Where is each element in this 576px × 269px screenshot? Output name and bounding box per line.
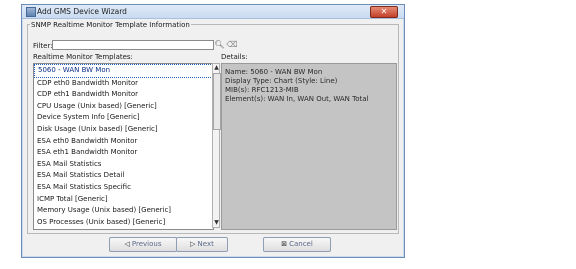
list-item[interactable]: ESA eth0 Bandwidth Monitor [34, 136, 213, 148]
binoculars-icon[interactable]: 🔍︎ [214, 40, 225, 49]
previous-button[interactable]: ◁ Previous [109, 237, 177, 252]
templates-scrollbar[interactable]: ▲ ▼ [212, 63, 221, 228]
templates-list[interactable]: 5060 - WAN BW Mon CDP eth0 Bandwidth Mon… [33, 63, 214, 230]
wizard-content: SNMP Realtime Monitor Template Informati… [27, 21, 399, 252]
detail-mibs: MIB(s): RFC1213-MIB [225, 86, 299, 94]
window-title: Add GMS Device Wizard [37, 7, 127, 16]
detail-name: Name: 5060 - WAN BW Mon [225, 68, 323, 76]
list-item[interactable]: Device System Info [Generic] [34, 112, 213, 124]
arrow-left-icon: ◁ [124, 240, 130, 248]
list-item[interactable]: OS Processes (Unix based) [Generic] [34, 217, 213, 229]
list-item[interactable]: ESA Mail Statistics [34, 159, 213, 171]
list-item[interactable]: 5060 - WAN BW Mon [34, 64, 213, 78]
app-icon [26, 7, 36, 17]
filter-input[interactable] [52, 40, 214, 50]
details-panel: Name: 5060 - WAN BW Mon Display Type: Ch… [221, 63, 397, 230]
scroll-up-icon[interactable]: ▲ [213, 64, 220, 72]
list-item[interactable]: CPU Usage (Unix based) [Generic] [34, 101, 213, 113]
list-item[interactable]: Memory Usage (Unix based) [Generic] [34, 205, 213, 217]
list-item[interactable]: CDP eth1 Bandwidth Monitor [34, 89, 213, 101]
list-item[interactable]: ICMP Total [Generic] [34, 194, 213, 206]
close-button[interactable]: ✕ [370, 6, 398, 18]
list-item[interactable]: Disk Usage (Unix based) [Generic] [34, 124, 213, 136]
arrow-right-icon: ▷ [190, 240, 196, 248]
list-item[interactable]: CDP eth0 Bandwidth Monitor [34, 78, 213, 90]
next-button[interactable]: ▷ Next [176, 237, 228, 252]
list-item[interactable]: ESA Mail Statistics Detail [34, 170, 213, 182]
scroll-thumb[interactable] [213, 73, 221, 130]
list-item[interactable]: ESA Mail Statistics Specific [34, 182, 213, 194]
details-label: Details: [221, 53, 248, 61]
cancel-button[interactable]: ⊠ Cancel [263, 237, 331, 252]
wizard-window: Add GMS Device Wizard ✕ SNMP Realtime Mo… [21, 4, 405, 258]
template-info-group: SNMP Realtime Monitor Template Informati… [27, 21, 399, 234]
list-item[interactable]: ESA eth1 Bandwidth Monitor [34, 147, 213, 159]
group-title: SNMP Realtime Monitor Template Informati… [30, 21, 191, 29]
eraser-icon[interactable]: ⌫ [226, 40, 238, 49]
filter-label: Filter: [33, 42, 53, 50]
detail-display-type: Display Type: Chart (Style: Line) [225, 77, 338, 85]
scroll-down-icon[interactable]: ▼ [213, 219, 220, 227]
templates-label: Realtime Monitor Templates: [33, 53, 133, 61]
cancel-x-icon: ⊠ [281, 240, 288, 248]
title-bar[interactable]: Add GMS Device Wizard ✕ [22, 5, 404, 19]
detail-elements: Element(s): WAN In, WAN Out, WAN Total [225, 95, 369, 103]
wizard-buttons: ◁ Previous ▷ Next ⊠ Cancel [109, 237, 349, 252]
